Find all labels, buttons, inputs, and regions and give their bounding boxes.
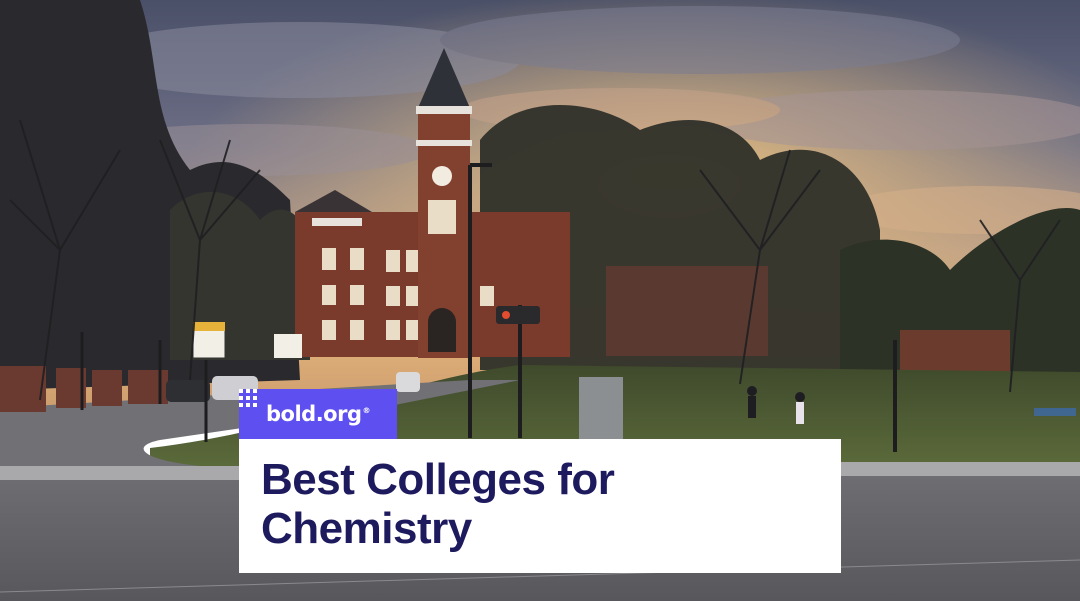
- title-line-1: Best Colleges for: [261, 455, 615, 504]
- brand-name: bold.org®: [266, 402, 370, 426]
- registered-mark: ®: [362, 406, 370, 415]
- brand-tag: bold.org®: [239, 389, 397, 439]
- hero-banner: bold.org® Best Colleges for Chemistry: [0, 0, 1080, 601]
- right-hall: [606, 266, 768, 356]
- utility-box: [579, 377, 623, 439]
- title-card: Best Colleges for Chemistry: [239, 439, 841, 573]
- brand-name-text: bold.org: [266, 402, 362, 426]
- grid-dots-icon: [239, 389, 257, 407]
- page-title: Best Colleges for Chemistry: [261, 455, 819, 553]
- title-line-2: Chemistry: [261, 504, 472, 553]
